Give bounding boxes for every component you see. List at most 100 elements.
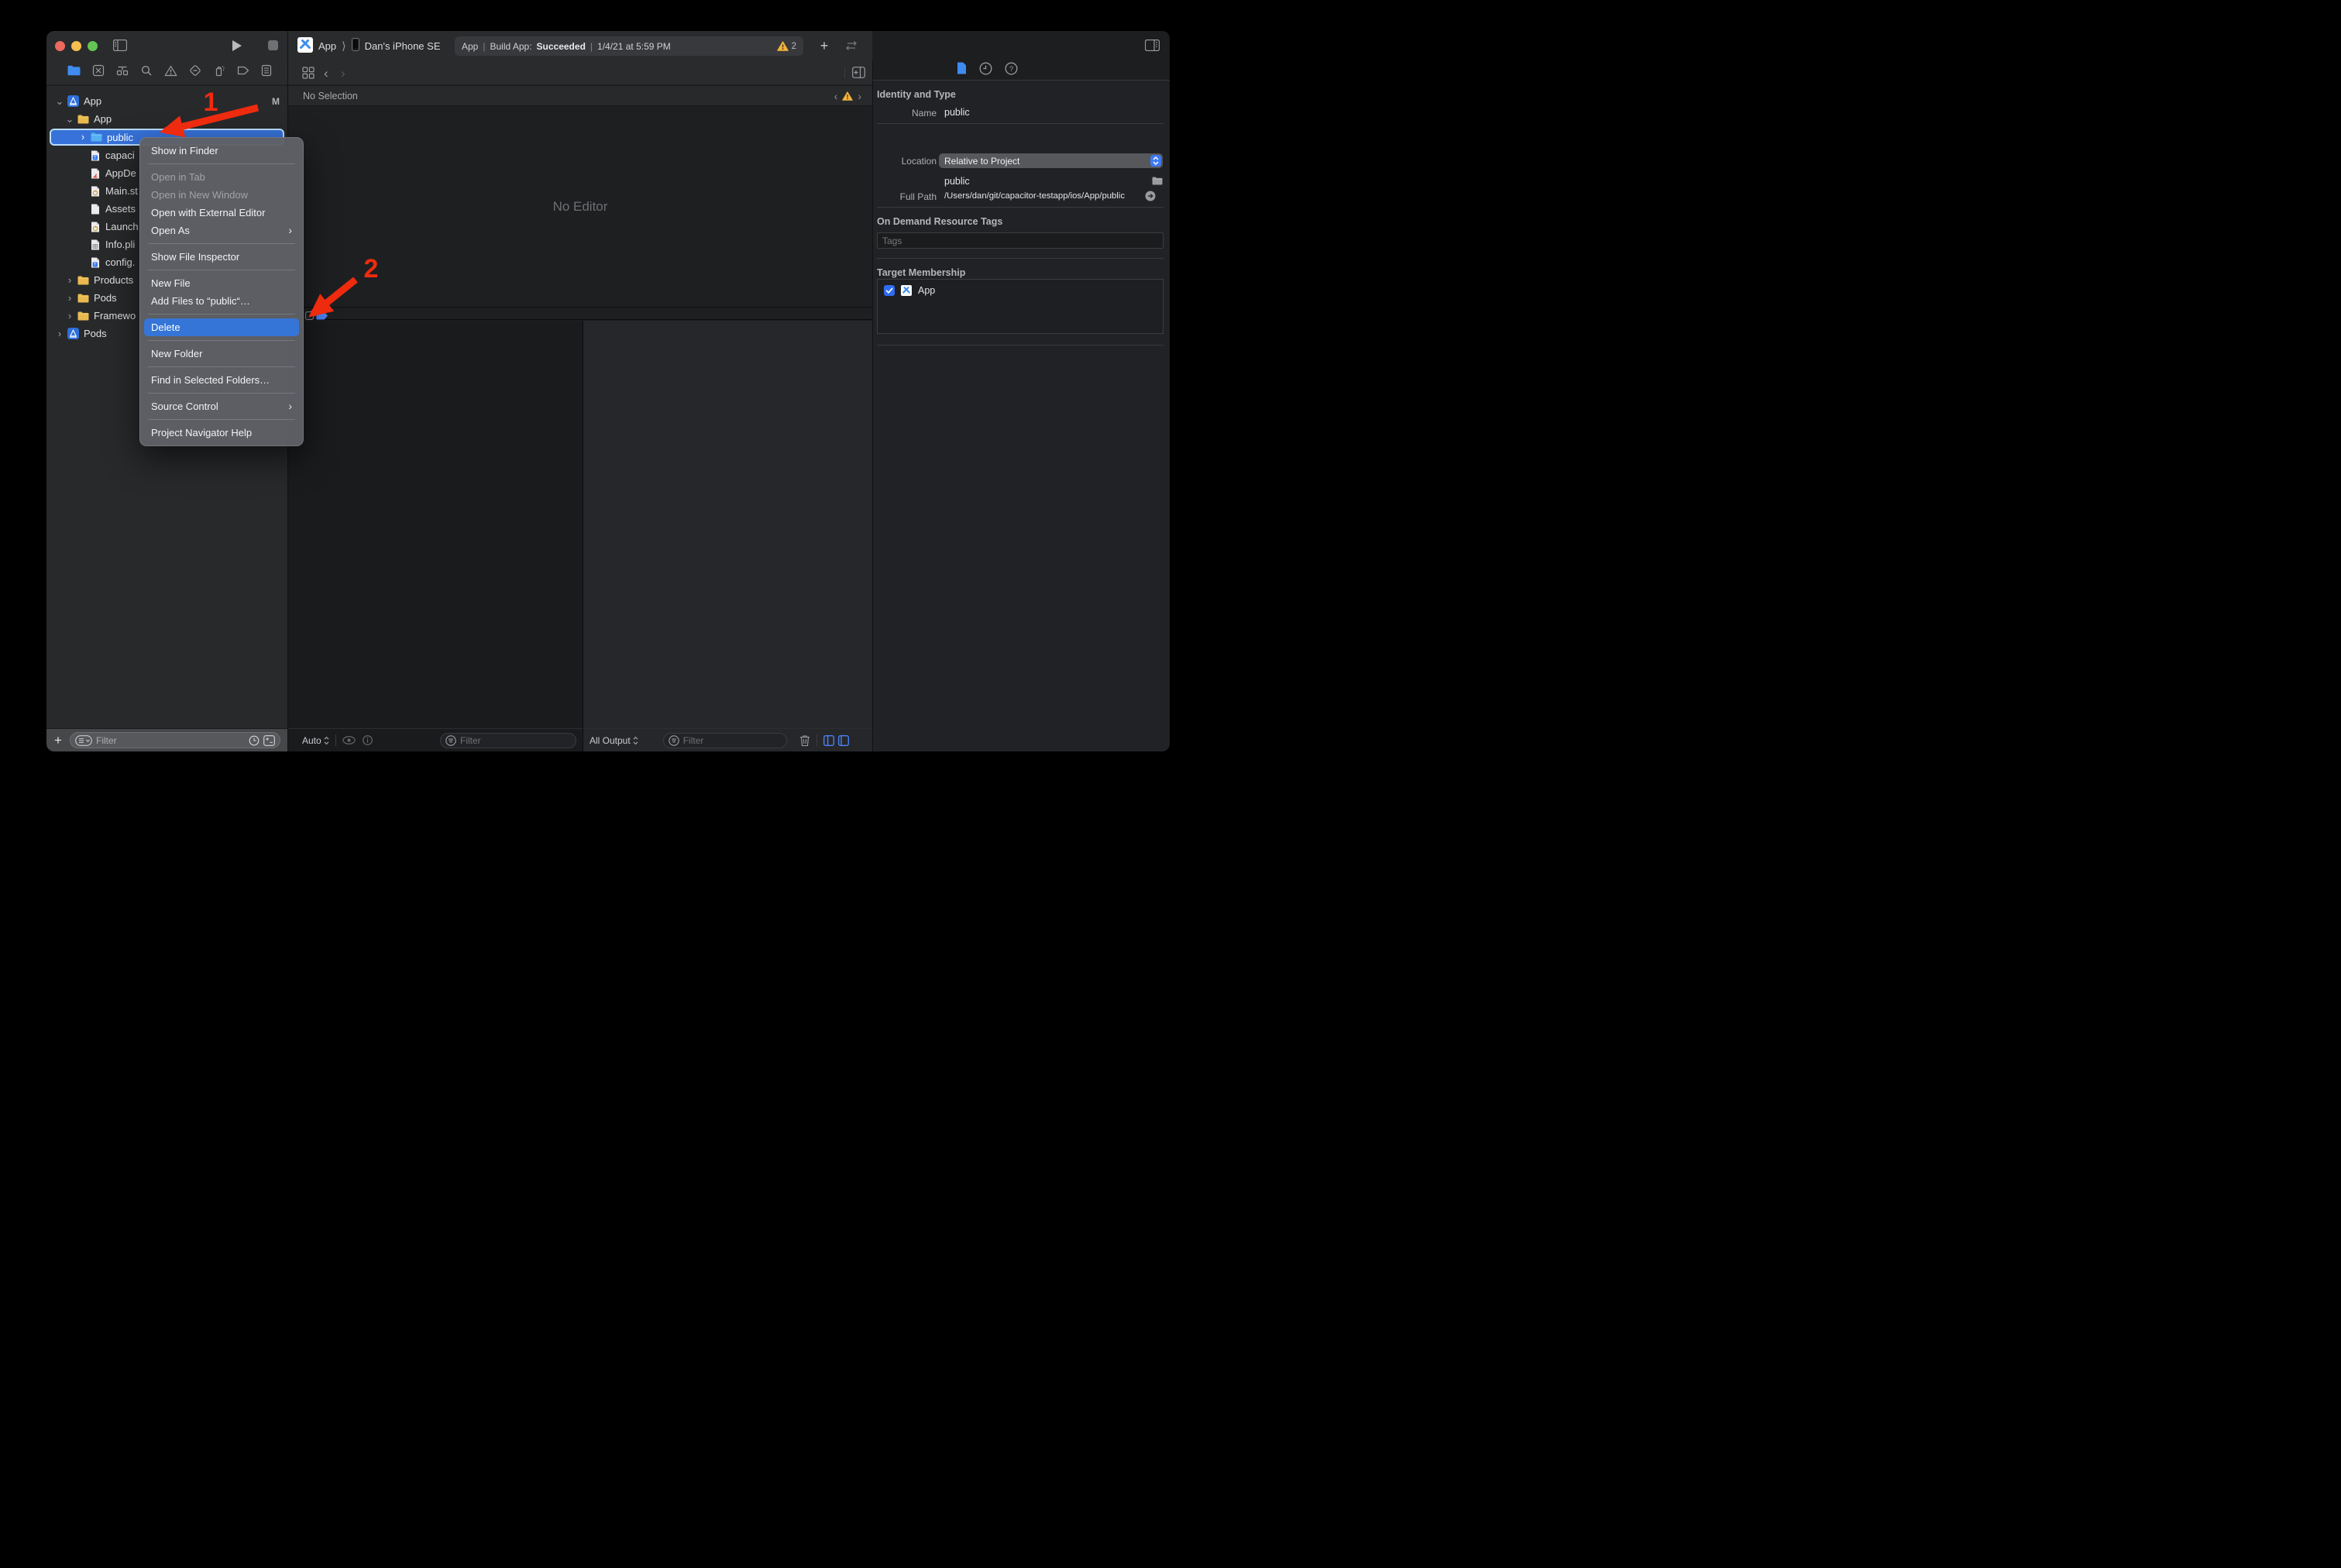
show-variables-view-icon[interactable] bbox=[823, 735, 834, 746]
add-file-button[interactable]: + bbox=[46, 733, 70, 748]
menu-item-find-in-selected-folders[interactable]: Find in Selected Folders… bbox=[140, 371, 303, 389]
swap-editors-icon[interactable] bbox=[843, 37, 860, 54]
console-filter-input[interactable] bbox=[683, 735, 782, 746]
close-window-button[interactable] bbox=[55, 41, 65, 51]
tab-issue-navigator[interactable] bbox=[164, 65, 177, 81]
plain-file-icon bbox=[89, 204, 101, 215]
warning-count-badge[interactable]: 2 bbox=[777, 41, 796, 51]
submenu-chevron-icon: › bbox=[288, 397, 292, 415]
scheme-selector[interactable]: App ⟩ Dan's iPhone SE bbox=[297, 31, 440, 60]
tab-project-navigator[interactable] bbox=[67, 65, 81, 80]
zoom-window-button[interactable] bbox=[88, 41, 98, 51]
run-button[interactable] bbox=[232, 40, 242, 52]
choose-folder-icon[interactable] bbox=[1152, 175, 1163, 189]
new-tab-button[interactable]: + bbox=[816, 37, 833, 54]
next-issue-button[interactable]: › bbox=[858, 90, 861, 102]
menu-item-new-folder[interactable]: New Folder bbox=[140, 345, 303, 363]
go-forward-button[interactable]: › bbox=[341, 66, 345, 81]
show-console-view-icon[interactable] bbox=[838, 735, 849, 746]
previous-issue-button[interactable]: ‹ bbox=[834, 90, 838, 102]
minimize-window-button[interactable] bbox=[71, 41, 81, 51]
toggle-navigator-icon[interactable] bbox=[113, 40, 127, 51]
warning-count: 2 bbox=[792, 42, 796, 51]
name-value[interactable]: public bbox=[944, 107, 970, 118]
disclosure-chevron-icon[interactable]: ⌄ bbox=[55, 92, 64, 110]
tab-file-inspector[interactable] bbox=[957, 62, 967, 78]
jump-bar[interactable]: No Selection ‹ › bbox=[288, 86, 872, 106]
status-action: Build App: bbox=[490, 41, 531, 52]
status-result: Succeeded bbox=[537, 41, 586, 52]
tab-symbol-navigator[interactable] bbox=[116, 64, 129, 81]
location-label: Location bbox=[873, 156, 937, 167]
disclosure-chevron-icon[interactable]: › bbox=[65, 307, 74, 325]
tab-report-navigator[interactable] bbox=[261, 64, 272, 81]
menu-item-show-file-inspector[interactable]: Show File Inspector bbox=[140, 248, 303, 266]
odr-tags-input[interactable] bbox=[877, 232, 1164, 249]
scheme-name: App bbox=[318, 40, 336, 52]
related-items-icon[interactable] bbox=[302, 67, 315, 79]
tab-breakpoint-navigator[interactable] bbox=[237, 65, 249, 80]
tree-row-app-project[interactable]: ⌄ App M bbox=[46, 92, 287, 110]
disclosure-chevron-icon[interactable]: › bbox=[55, 325, 64, 342]
navigator-filter-field[interactable] bbox=[70, 732, 280, 748]
xcode-project-icon bbox=[67, 328, 79, 339]
variables-scope-popup[interactable]: Auto bbox=[302, 735, 329, 746]
disclosure-chevron-icon[interactable]: › bbox=[78, 130, 88, 144]
tree-row-app-group[interactable]: ⌄ App bbox=[46, 110, 287, 128]
menu-item-show-in-finder[interactable]: Show in Finder bbox=[140, 142, 303, 160]
disclosure-chevron-icon[interactable]: ⌄ bbox=[65, 110, 74, 128]
variables-filter-field[interactable] bbox=[440, 733, 576, 748]
warning-icon bbox=[777, 41, 789, 51]
checkbox-checked-icon[interactable] bbox=[884, 285, 895, 296]
source-control-filter-icon[interactable] bbox=[263, 735, 275, 746]
tree-item-label: AppDe bbox=[105, 167, 136, 179]
clear-console-trash-icon[interactable] bbox=[799, 734, 810, 747]
tree-item-label: Pods bbox=[94, 292, 117, 304]
console-filter-field[interactable] bbox=[663, 733, 787, 748]
go-back-button[interactable]: ‹ bbox=[324, 66, 328, 81]
tab-quick-help-inspector[interactable]: ? bbox=[1005, 62, 1018, 79]
menu-item-new-file[interactable]: New File bbox=[140, 274, 303, 292]
tab-history-inspector[interactable] bbox=[979, 62, 992, 79]
fullpath-label: Full Path bbox=[873, 191, 937, 202]
toggle-inspector-icon[interactable] bbox=[1145, 40, 1160, 51]
disclosure-chevron-icon[interactable]: › bbox=[65, 289, 74, 307]
menu-item-open-as[interactable]: Open As› bbox=[140, 222, 303, 239]
status-pipe: | bbox=[590, 41, 593, 52]
console-scope-popup[interactable]: All Output bbox=[590, 735, 638, 746]
variables-view[interactable] bbox=[288, 321, 583, 728]
target-name: App bbox=[918, 285, 935, 296]
tab-debug-navigator[interactable] bbox=[213, 64, 225, 81]
svg-text:?: ? bbox=[1009, 65, 1013, 74]
file-inspector: Identity and Type Name public Location R… bbox=[873, 81, 1170, 751]
recent-files-clock-icon[interactable] bbox=[249, 735, 260, 746]
menu-item-source-control[interactable]: Source Control› bbox=[140, 397, 303, 415]
stop-button[interactable] bbox=[268, 40, 278, 50]
menu-item-open-with-external-editor[interactable]: Open with External Editor bbox=[140, 204, 303, 222]
location-dropdown[interactable]: Relative to Project bbox=[939, 153, 1163, 168]
variables-filter-input[interactable] bbox=[460, 735, 571, 746]
tab-find-navigator[interactable] bbox=[140, 64, 153, 81]
tab-source-control-navigator[interactable] bbox=[92, 64, 105, 81]
goto-path-arrow-icon[interactable] bbox=[1145, 191, 1156, 205]
menu-item-add-files[interactable]: Add Files to “public“… bbox=[140, 292, 303, 310]
add-editor-icon[interactable] bbox=[852, 67, 865, 78]
tree-item-label: Launch bbox=[105, 221, 139, 232]
target-membership-row[interactable]: App bbox=[878, 280, 1163, 296]
activity-status[interactable]: App | Build App: Succeeded | 1/4/21 at 5… bbox=[455, 36, 803, 56]
tree-item-label: Pods bbox=[84, 328, 107, 339]
console-view[interactable] bbox=[583, 321, 872, 728]
menu-item-project-navigator-help[interactable]: Project Navigator Help bbox=[140, 424, 303, 442]
info-icon[interactable] bbox=[363, 735, 373, 745]
quicklook-eye-icon[interactable] bbox=[342, 736, 356, 744]
menu-item-delete[interactable]: Delete bbox=[144, 318, 299, 336]
disclosure-chevron-icon[interactable]: › bbox=[65, 271, 74, 289]
warning-icon[interactable] bbox=[842, 91, 853, 101]
navigator-filter-input[interactable] bbox=[96, 735, 245, 746]
tab-test-navigator[interactable] bbox=[189, 64, 201, 81]
editor-placeholder-area: No Editor bbox=[288, 106, 872, 307]
run-destination[interactable]: Dan's iPhone SE bbox=[365, 40, 441, 52]
tree-item-label: App bbox=[94, 113, 112, 125]
tree-item-label: Info.pli bbox=[105, 239, 135, 250]
menu-separator bbox=[148, 393, 295, 394]
